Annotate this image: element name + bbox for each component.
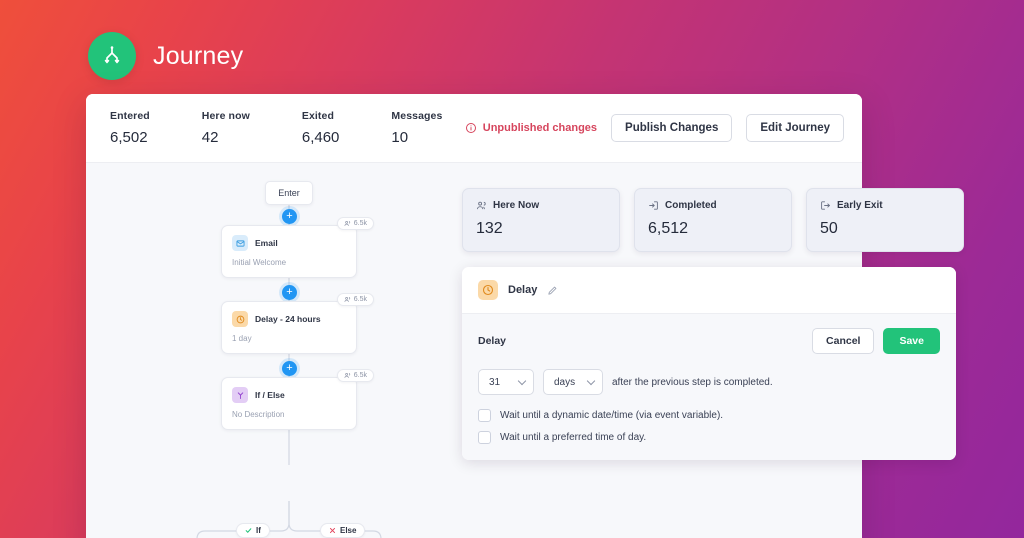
clock-icon [478, 280, 498, 300]
sign-out-icon [821, 201, 830, 210]
check-icon [245, 528, 252, 533]
stat-value: 10 [391, 129, 409, 146]
branch-icon [232, 387, 248, 403]
delay-amount-value: 31 [489, 376, 501, 388]
enter-label: Enter [278, 188, 300, 198]
checkbox-row-preferred-time[interactable]: Wait until a preferred time of day. [478, 431, 940, 444]
add-step-button[interactable] [282, 361, 297, 376]
branch-label: Else [340, 526, 357, 535]
checkbox-label: Wait until a preferred time of day. [500, 432, 647, 443]
metric-value: 132 [476, 220, 503, 237]
people-icon [344, 372, 350, 378]
people-icon [344, 296, 350, 302]
preferred-time-checkbox[interactable] [478, 431, 491, 444]
people-icon [477, 201, 486, 210]
cancel-button[interactable]: Cancel [812, 328, 875, 354]
sign-in-icon [649, 201, 658, 210]
topbar-actions: Unpublished changes Publish Changes Edit… [465, 114, 844, 142]
brand-header: Journey [88, 32, 243, 80]
save-button[interactable]: Save [883, 328, 940, 354]
flow-node-if-else[interactable]: 6.5k If / Else No Description [221, 369, 374, 430]
delay-panel-actions: Cancel Save [812, 328, 940, 354]
delay-panel-header: Delay [462, 267, 956, 314]
add-step-button[interactable] [282, 209, 297, 224]
node-subtitle: No Description [232, 410, 285, 419]
metric-card-completed[interactable]: Completed 6,512 [634, 188, 792, 252]
metric-label-row: Here Now [476, 200, 606, 211]
delay-panel-body: Delay Cancel Save 31 days after the prev… [462, 314, 956, 460]
people-icon [344, 220, 350, 226]
stat-entered: Entered 6,502 [110, 110, 150, 146]
page-title: Journey [153, 41, 244, 70]
delay-section-label: Delay [478, 335, 507, 347]
node-title: Email [255, 238, 278, 248]
journey-flow-diagram: Enter 6.5k Email Initial Welcome [86, 163, 466, 538]
branch-label: If [256, 526, 261, 535]
delay-panel-toolbar: Delay Cancel Save [478, 328, 940, 354]
node-subtitle: Initial Welcome [232, 258, 287, 267]
node-count-badge: 6.5k [336, 369, 374, 382]
node-header: Delay - 24 hours [232, 311, 346, 327]
pencil-icon[interactable] [547, 285, 558, 296]
stat-here-now: Here now 42 [202, 110, 250, 146]
node-title: Delay - 24 hours [255, 314, 321, 324]
stat-value: 42 [201, 129, 219, 146]
publish-changes-button[interactable]: Publish Changes [611, 114, 733, 142]
node-count-badge: 6.5k [336, 293, 374, 306]
delay-settings-panel: Delay Delay Cancel Save 31 days after th… [462, 267, 956, 460]
add-step-button[interactable] [282, 285, 297, 300]
dynamic-datetime-checkbox[interactable] [478, 409, 491, 422]
delay-amount-select[interactable]: 31 [478, 369, 534, 395]
badge-value: 6.5k [353, 372, 367, 379]
metric-label: Here Now [493, 200, 540, 211]
node-count-badge: 6.5k [336, 217, 374, 230]
journey-topbar: Entered 6,502 Here now 42 Exited 6,460 M… [86, 94, 862, 163]
metric-value: 6,512 [648, 220, 689, 237]
branch-pill-if[interactable]: If [236, 523, 270, 538]
metric-label: Early Exit [837, 200, 883, 211]
badge-value: 6.5k [353, 296, 367, 303]
stat-value: 6,460 [301, 129, 340, 146]
stat-value: 6,502 [110, 129, 148, 146]
metric-label: Completed [665, 200, 717, 211]
flow-node-delay-24-hours[interactable]: 6.5k Delay - 24 hours 1 day [221, 293, 374, 354]
stat-messages: Messages 10 [391, 110, 442, 146]
stat-label: Exited [301, 110, 334, 122]
checkbox-label: Wait until a dynamic date/time (via even… [500, 410, 724, 421]
node-subtitle: 1 day [232, 334, 252, 343]
info-circle-icon [465, 123, 476, 133]
flow-node-enter[interactable]: Enter [265, 181, 313, 205]
unpublished-changes-status: Unpublished changes [465, 122, 597, 134]
delay-duration-controls: 31 days after the previous step is compl… [478, 369, 940, 395]
checkbox-row-dynamic-datetime[interactable]: Wait until a dynamic date/time (via even… [478, 409, 940, 422]
stat-label: Messages [391, 110, 443, 122]
delay-unit-select[interactable]: days [543, 369, 603, 395]
node-title: If / Else [255, 390, 285, 400]
node-header: If / Else [232, 387, 346, 403]
metric-label-row: Completed [648, 200, 778, 211]
delay-after-text: after the previous step is completed. [612, 376, 773, 388]
cross-icon [329, 527, 336, 534]
node-header: Email [232, 235, 346, 251]
unpublished-changes-label: Unpublished changes [482, 122, 598, 134]
clock-icon [232, 311, 248, 327]
stat-exited: Exited 6,460 [302, 110, 340, 146]
delay-panel-title: Delay [508, 284, 538, 296]
delay-unit-value: days [554, 376, 576, 388]
stat-label: Here now [201, 110, 250, 122]
metric-card-early-exit[interactable]: Early Exit 50 [806, 188, 964, 252]
metric-card-here-now[interactable]: Here Now 132 [462, 188, 620, 252]
email-icon [232, 235, 248, 251]
journey-branch-icon [88, 32, 136, 80]
edit-journey-button[interactable]: Edit Journey [746, 114, 844, 142]
branch-pill-else[interactable]: Else [320, 523, 366, 538]
badge-value: 6.5k [353, 220, 367, 227]
stat-label: Entered [110, 110, 150, 122]
metric-label-row: Early Exit [820, 200, 950, 211]
metric-value: 50 [820, 220, 838, 237]
journey-metric-cards: Here Now 132 Completed 6,512 Early Exit … [462, 188, 964, 252]
flow-node-email-initial-welcome[interactable]: 6.5k Email Initial Welcome [221, 217, 374, 278]
journey-stats: Entered 6,502 Here now 42 Exited 6,460 M… [110, 110, 442, 146]
